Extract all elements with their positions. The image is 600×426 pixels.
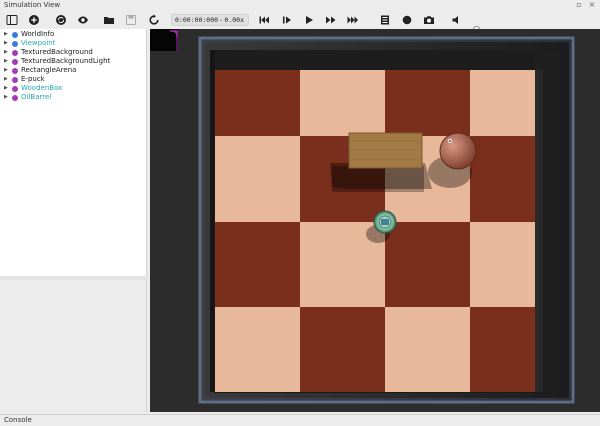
tree-item-rectanglearena[interactable]: ▶ RectangleArena bbox=[0, 66, 147, 75]
reload-world-icon[interactable] bbox=[55, 14, 67, 26]
play-icon[interactable] bbox=[303, 14, 315, 26]
fastest-forward-icon[interactable] bbox=[347, 14, 359, 26]
screenshot-camera-icon[interactable] bbox=[423, 14, 435, 26]
tree-item-epuck[interactable]: ▶ E-puck bbox=[0, 75, 147, 84]
node-type-icon bbox=[12, 67, 18, 74]
epuck-robot bbox=[373, 210, 397, 234]
expand-arrow-icon[interactable]: ▶ bbox=[4, 84, 8, 93]
tree-item-oilbarrel[interactable]: ▶ OilBarrel bbox=[0, 93, 147, 102]
float-icon[interactable]: ▫ bbox=[575, 1, 583, 9]
eye-icon[interactable] bbox=[77, 14, 89, 26]
node-type-icon bbox=[12, 31, 18, 38]
console-panel: Console bbox=[0, 414, 600, 426]
step-back-icon[interactable] bbox=[258, 14, 270, 26]
save-icon[interactable] bbox=[125, 14, 137, 26]
tree-item-label: WoodenBox bbox=[21, 84, 63, 92]
arena-render[interactable] bbox=[150, 29, 600, 412]
volume-mute-icon[interactable] bbox=[451, 14, 463, 26]
scene-tree: ▶ WorldInfo ▶ Viewpoint ▶ TexturedBackgr… bbox=[0, 29, 147, 276]
node-type-icon bbox=[12, 58, 18, 65]
title-bar: Simulation View ▫ × bbox=[0, 0, 600, 11]
fast-forward-icon[interactable] bbox=[325, 14, 337, 26]
oil-barrel bbox=[439, 132, 477, 170]
tree-item-label: OilBarrel bbox=[21, 93, 52, 101]
simulation-time-display: 0:00:00:000 - 0.00x bbox=[171, 14, 249, 26]
tree-item-label: WorldInfo bbox=[21, 30, 55, 38]
add-node-icon[interactable] bbox=[28, 14, 40, 26]
wooden-box bbox=[348, 132, 423, 169]
tree-item-label: E-puck bbox=[21, 75, 45, 83]
tree-item-woodenbox[interactable]: ▶ WoodenBox bbox=[0, 84, 147, 93]
tree-item-texturedbackground[interactable]: ▶ TexturedBackground bbox=[0, 48, 147, 57]
expand-arrow-icon[interactable]: ▶ bbox=[4, 66, 8, 75]
time-separator: - bbox=[219, 16, 223, 24]
step-icon[interactable] bbox=[281, 14, 293, 26]
window-title: Simulation View bbox=[4, 1, 61, 9]
tree-item-label: TexturedBackgroundLight bbox=[21, 57, 111, 65]
3d-view[interactable] bbox=[150, 29, 600, 412]
simulation-time: 0:00:00:000 bbox=[175, 16, 219, 24]
node-type-icon bbox=[12, 76, 18, 83]
reset-simulation-icon[interactable] bbox=[148, 14, 160, 26]
expand-arrow-icon[interactable]: ▶ bbox=[4, 48, 8, 57]
record-icon[interactable] bbox=[401, 14, 413, 26]
toolbar: 0:00:00:000 - 0.00x bbox=[0, 11, 600, 33]
expand-arrow-icon[interactable]: ▶ bbox=[4, 39, 8, 48]
expand-arrow-icon[interactable]: ▶ bbox=[4, 75, 8, 84]
node-type-icon bbox=[12, 49, 18, 56]
close-icon[interactable]: × bbox=[588, 1, 596, 9]
expand-arrow-icon[interactable]: ▶ bbox=[4, 57, 8, 66]
tree-item-viewpoint[interactable]: ▶ Viewpoint bbox=[0, 39, 147, 48]
record-movie-icon[interactable] bbox=[379, 14, 391, 26]
tree-item-label: Viewpoint bbox=[21, 39, 56, 47]
open-folder-icon[interactable] bbox=[103, 14, 115, 26]
scene-tree-toggle-icon[interactable] bbox=[6, 14, 18, 26]
expand-arrow-icon[interactable]: ▶ bbox=[4, 93, 8, 102]
node-type-icon bbox=[12, 94, 18, 101]
tree-item-worldinfo[interactable]: ▶ WorldInfo bbox=[0, 30, 147, 39]
field-editor-panel bbox=[0, 280, 147, 412]
viewpoint-corner bbox=[150, 29, 178, 51]
tree-item-label: RectangleArena bbox=[21, 66, 77, 74]
expand-arrow-icon[interactable]: ▶ bbox=[4, 30, 8, 39]
tree-item-label: TexturedBackground bbox=[21, 48, 93, 56]
console-label: Console bbox=[4, 416, 32, 424]
node-type-icon bbox=[12, 85, 18, 92]
tree-item-texturedbackgroundlight[interactable]: ▶ TexturedBackgroundLight bbox=[0, 57, 147, 66]
node-type-icon bbox=[12, 40, 18, 47]
simulation-speed: 0.00x bbox=[224, 16, 244, 24]
